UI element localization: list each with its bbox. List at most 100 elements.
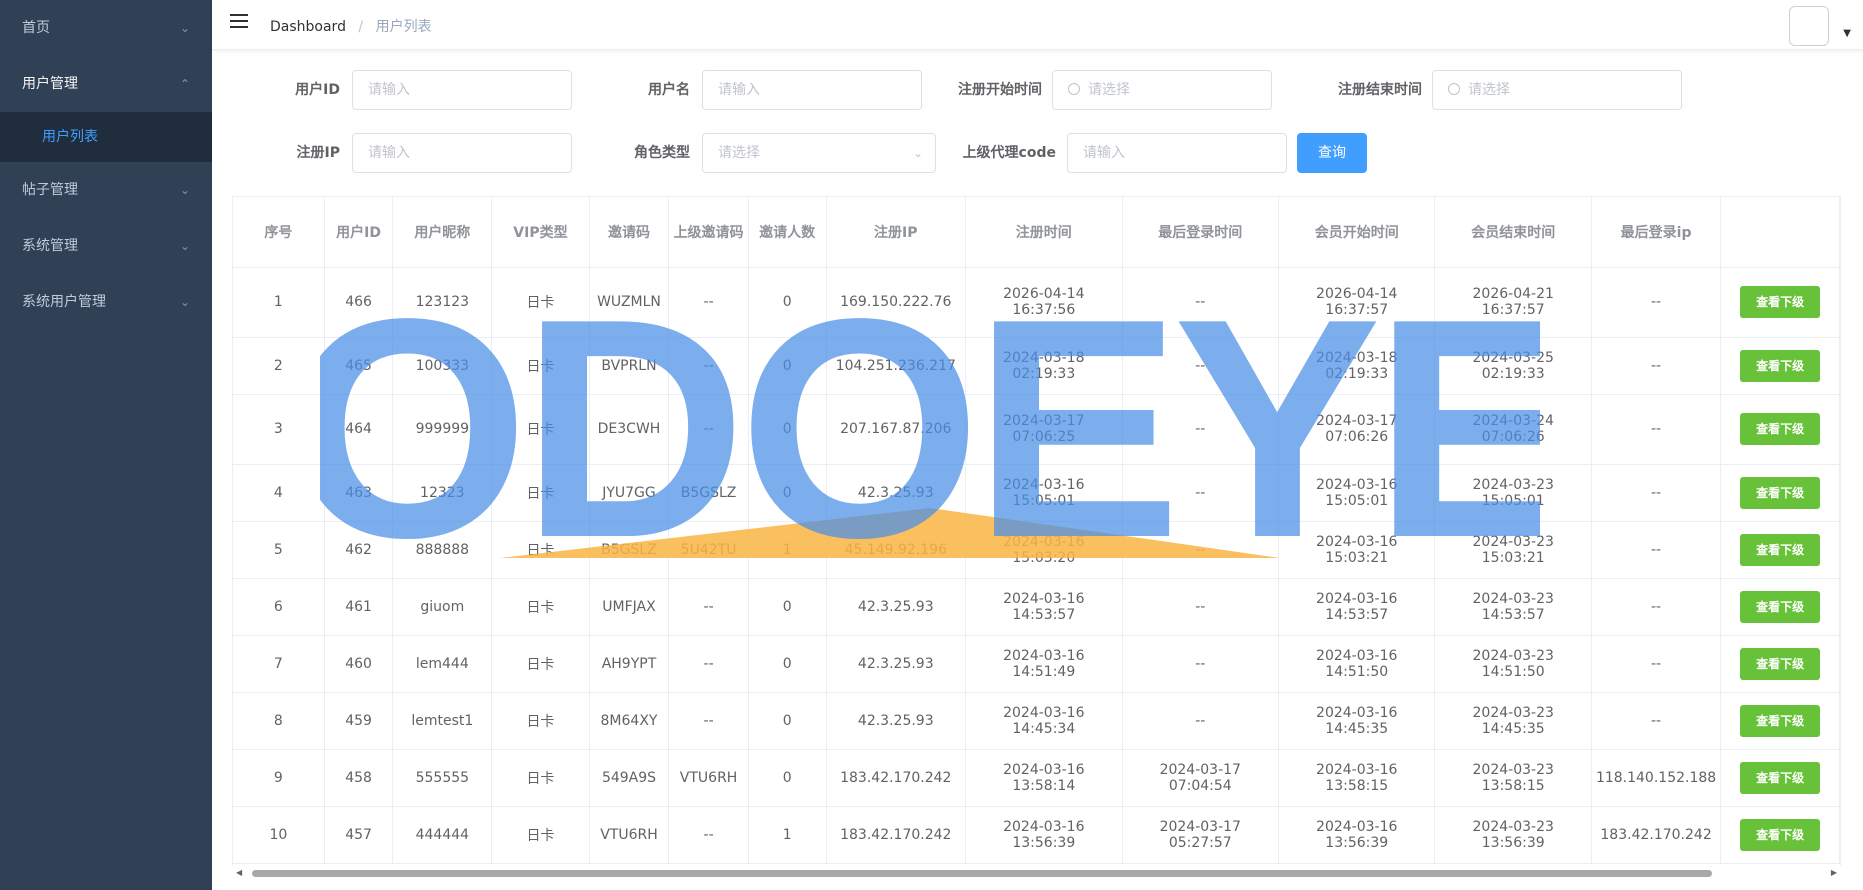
view-subordinates-button[interactable]: 查看下级 (1740, 349, 1821, 382)
table-row: 7 460 lem444 日卡 AH9YPT -- 0 42.3.25.93 2024-03-1… (233, 635, 1840, 693)
table-cell: 463 (324, 464, 394, 522)
hamburger-icon[interactable] (230, 14, 248, 32)
chevron-down-icon: ⌄ (179, 239, 190, 253)
sidebar-item-home[interactable]: 首页 ⌄ (0, 0, 212, 56)
table-row: 8 459 lemtest1 日卡 8M64XY -- 0 42.3.25.93 2024-03… (233, 692, 1840, 750)
breadcrumb-home[interactable]: Dashboard (270, 19, 346, 35)
table-cell: 2024-03-23 13:56:39 (1434, 806, 1592, 864)
role-type-label: 角色类型 (634, 145, 690, 161)
scroll-left-icon[interactable]: ◀ (236, 868, 242, 877)
table-cell: 460 (324, 635, 394, 693)
table-cell: B5GSLZ (589, 521, 670, 579)
sidebar-item-label: 首页 (22, 20, 50, 36)
scroll-right-icon[interactable]: ▶ (1831, 868, 1837, 877)
avatar[interactable] (1789, 6, 1829, 46)
table-cell: 5U42TU (668, 521, 749, 579)
table-cell: 42.3.25.93 (826, 578, 967, 636)
column-header: 邀请人数 (748, 197, 827, 268)
horizontal-scrollbar[interactable]: ◀ ▶ (232, 866, 1841, 880)
column-header: 会员结束时间 (1434, 197, 1592, 268)
caret-down-icon[interactable]: ▼ (1843, 28, 1851, 39)
table-cell: 2024-03-16 15:03:21 (1278, 521, 1436, 579)
table-cell: 183.42.170.242 (826, 806, 967, 864)
table-cell: 7 (233, 635, 325, 693)
table-cell: 888888 (392, 521, 493, 579)
column-header: VIP类型 (491, 197, 590, 268)
query-button[interactable]: 查询 (1297, 133, 1367, 173)
role-type-select[interactable]: 请选择 ⌄ (702, 133, 936, 173)
table-cell: -- (1122, 635, 1280, 693)
sidebar-item-label: 帖子管理 (22, 182, 78, 198)
breadcrumb: Dashboard / 用户列表 (270, 16, 432, 36)
reg-end-date-picker[interactable]: 请选择 (1432, 70, 1682, 110)
chevron-down-icon: ⌄ (179, 21, 190, 35)
user-id-input[interactable]: 请输入 (352, 70, 572, 110)
table-cell: -- (668, 806, 749, 864)
table-cell: 日卡 (491, 578, 590, 636)
view-subordinates-button[interactable]: 查看下级 (1740, 704, 1821, 737)
table-cell: -- (668, 578, 749, 636)
view-subordinates-button[interactable]: 查看下级 (1740, 818, 1821, 851)
table-cell-action: 查看下级 (1720, 464, 1840, 522)
table-cell: 118.140.152.188 (1591, 749, 1722, 807)
table-cell: VTU6RH (668, 749, 749, 807)
table-cell: 0 (748, 337, 827, 395)
table-cell: DE3CWH (589, 394, 670, 465)
table-cell: 2024-03-16 13:58:14 (965, 749, 1123, 807)
sidebar-item-system-user-management[interactable]: 系统用户管理 ⌄ (0, 274, 212, 330)
table-cell: 2024-03-16 13:56:39 (1278, 806, 1436, 864)
table-cell: 465 (324, 337, 394, 395)
table-row: 1 466 123123 日卡 WUZMLN -- 0 169.150.222.76 2026-… (233, 267, 1840, 338)
table-cell: 2024-03-17 07:04:54 (1122, 749, 1280, 807)
view-subordinates-button[interactable]: 查看下级 (1740, 590, 1821, 623)
reg-end-label: 注册结束时间 (1338, 82, 1422, 98)
column-header: 用户昵称 (392, 197, 493, 268)
view-subordinates-button[interactable]: 查看下级 (1740, 413, 1821, 445)
table-cell: -- (1122, 394, 1280, 465)
table-cell: 2024-03-16 13:58:15 (1278, 749, 1436, 807)
sidebar-item-user-list[interactable]: 用户列表 (0, 112, 212, 162)
sidebar-item-label: 系统管理 (22, 238, 78, 254)
table-row: 5 462 888888 日卡 B5GSLZ 5U42TU 1 45.149.92.196 20… (233, 521, 1840, 579)
column-header: 上级邀请码 (668, 197, 749, 268)
table-cell: lemtest1 (392, 692, 493, 750)
reg-end-placeholder: 请选择 (1468, 82, 1510, 98)
column-header: 最后登录时间 (1122, 197, 1280, 268)
table-cell: 457 (324, 806, 394, 864)
role-type-placeholder: 请选择 (718, 145, 760, 161)
table-cell: 10 (233, 806, 325, 864)
table-cell: 日卡 (491, 749, 590, 807)
parent-code-input[interactable]: 请输入 (1067, 133, 1287, 173)
table-cell: 2026-04-14 16:37:57 (1278, 267, 1436, 338)
table-cell: 日卡 (491, 806, 590, 864)
table-cell: 2024-03-16 14:51:49 (965, 635, 1123, 693)
table-cell: 2024-03-24 07:06:26 (1434, 394, 1592, 465)
sidebar-item-post-management[interactable]: 帖子管理 ⌄ (0, 162, 212, 218)
sidebar-item-system-management[interactable]: 系统管理 ⌄ (0, 218, 212, 274)
view-subordinates-button[interactable]: 查看下级 (1740, 761, 1821, 794)
user-id-placeholder: 请输入 (368, 82, 410, 98)
column-header: 注册IP (826, 197, 967, 268)
reg-start-date-picker[interactable]: 请选择 (1052, 70, 1272, 110)
table-cell: 462 (324, 521, 394, 579)
table-cell: WUZMLN (589, 267, 670, 338)
table-cell: 549A9S (589, 749, 670, 807)
view-subordinates-button[interactable]: 查看下级 (1740, 476, 1821, 509)
view-subordinates-button[interactable]: 查看下级 (1740, 286, 1821, 318)
table-cell: lem444 (392, 635, 493, 693)
table-cell: AH9YPT (589, 635, 670, 693)
table-cell: 8 (233, 692, 325, 750)
table-cell: -- (1122, 692, 1280, 750)
scrollbar-thumb[interactable] (252, 870, 1712, 877)
table-header-row: 序号 用户ID 用户昵称 VIP类型 邀请码 上级邀请码 邀请人数 注册IP 注册时间 最后登录时… (233, 197, 1840, 268)
table-cell: 8M64XY (589, 692, 670, 750)
view-subordinates-button[interactable]: 查看下级 (1740, 533, 1821, 566)
table-cell: 日卡 (491, 635, 590, 693)
table-cell: 2024-03-18 02:19:33 (1278, 337, 1436, 395)
table-row: 9 458 555555 日卡 549A9S VTU6RH 0 183.42.170.242 2… (233, 749, 1840, 807)
view-subordinates-button[interactable]: 查看下级 (1740, 647, 1821, 680)
reg-ip-input[interactable]: 请输入 (352, 133, 572, 173)
table-cell: 0 (748, 394, 827, 465)
username-input[interactable]: 请输入 (702, 70, 922, 110)
sidebar-item-user-management[interactable]: 用户管理 ⌃ (0, 56, 212, 112)
